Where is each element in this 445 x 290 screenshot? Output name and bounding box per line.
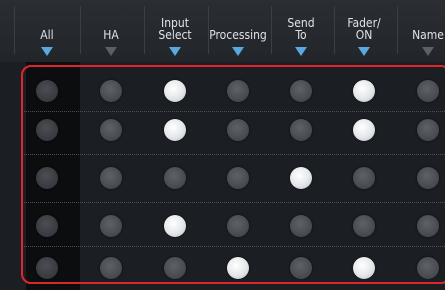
toggle-button-processing-row5[interactable] <box>227 257 249 279</box>
column-header-send_to[interactable]: Send To <box>270 0 332 62</box>
toggle-button-send_to-row5[interactable] <box>290 257 312 279</box>
toggle-button-processing-row4[interactable] <box>227 215 249 237</box>
toggle-button-processing-row3[interactable] <box>227 167 249 189</box>
column-label-send_to: Send To <box>287 16 315 42</box>
column-header-ha[interactable]: HA <box>80 0 142 62</box>
toggle-button-fader_on-row4[interactable] <box>353 215 375 237</box>
column-header-processing[interactable]: Processing <box>207 0 269 62</box>
row-divider <box>24 246 445 247</box>
row-divider <box>24 111 445 112</box>
toggle-button-send_to-row1[interactable] <box>290 80 312 102</box>
toggle-button-fader_on-row1[interactable] <box>353 80 375 102</box>
toggle-button-input_select-row3[interactable] <box>164 167 186 189</box>
column-label-fader_on: Fader/ ON <box>347 16 381 42</box>
toggle-button-fader_on-row3[interactable] <box>353 167 375 189</box>
toggle-button-ha-row4[interactable] <box>100 215 122 237</box>
toggle-button-name-row5[interactable] <box>417 257 439 279</box>
toggle-button-processing-row1[interactable] <box>227 80 249 102</box>
filter-triangle-icon[interactable] <box>105 47 117 56</box>
toggle-button-ha-row3[interactable] <box>100 167 122 189</box>
column-separator <box>271 6 272 54</box>
filter-triangle-icon[interactable] <box>41 47 53 56</box>
toggle-button-input_select-row5[interactable] <box>164 257 186 279</box>
column-label-ha: HA <box>103 28 119 42</box>
filter-header: All HA Input Select Processing Send To Fader/… <box>0 0 445 62</box>
column-header-input_select[interactable]: Input Select <box>144 0 206 62</box>
column-header-all[interactable]: All <box>16 0 78 62</box>
row-divider <box>24 154 445 155</box>
toggle-button-name-row3[interactable] <box>417 167 439 189</box>
toggle-button-send_to-row3[interactable] <box>290 167 312 189</box>
filter-triangle-icon[interactable] <box>358 47 370 56</box>
row-divider <box>24 202 445 203</box>
toggle-button-processing-row2[interactable] <box>227 119 249 141</box>
column-header-fader_on[interactable]: Fader/ ON <box>333 0 395 62</box>
column-separator <box>208 6 209 54</box>
toggle-button-fader_on-row2[interactable] <box>353 119 375 141</box>
column-label-input_select: Input Select <box>158 16 192 42</box>
column-separator <box>144 6 145 54</box>
filter-triangle-icon[interactable] <box>295 47 307 56</box>
column-label-all: All <box>40 28 54 42</box>
column-label-name: Name <box>412 28 444 42</box>
toggle-button-send_to-row4[interactable] <box>290 215 312 237</box>
column-label-processing: Processing <box>209 28 267 42</box>
toggle-button-name-row4[interactable] <box>417 215 439 237</box>
column-separator <box>14 6 15 54</box>
toggle-button-all-row1[interactable] <box>36 80 58 102</box>
toggle-button-name-row2[interactable] <box>417 119 439 141</box>
toggle-button-ha-row1[interactable] <box>100 80 122 102</box>
toggle-button-input_select-row2[interactable] <box>164 119 186 141</box>
toggle-button-name-row1[interactable] <box>417 80 439 102</box>
filter-triangle-icon[interactable] <box>169 47 181 56</box>
toggle-button-input_select-row4[interactable] <box>164 215 186 237</box>
column-separator <box>80 6 81 54</box>
toggle-button-ha-row2[interactable] <box>100 119 122 141</box>
toggle-button-fader_on-row5[interactable] <box>353 257 375 279</box>
toggle-button-all-row2[interactable] <box>36 119 58 141</box>
toggle-button-all-row3[interactable] <box>36 167 58 189</box>
column-separator <box>334 6 335 54</box>
filter-triangle-icon[interactable] <box>232 47 244 56</box>
toggle-button-send_to-row2[interactable] <box>290 119 312 141</box>
column-header-name[interactable]: Name <box>397 0 445 62</box>
toggle-button-all-row5[interactable] <box>36 257 58 279</box>
toggle-button-ha-row5[interactable] <box>100 257 122 279</box>
filter-triangle-icon[interactable] <box>422 47 434 56</box>
column-separator <box>397 6 398 54</box>
toggle-button-all-row4[interactable] <box>36 215 58 237</box>
toggle-button-input_select-row1[interactable] <box>164 80 186 102</box>
